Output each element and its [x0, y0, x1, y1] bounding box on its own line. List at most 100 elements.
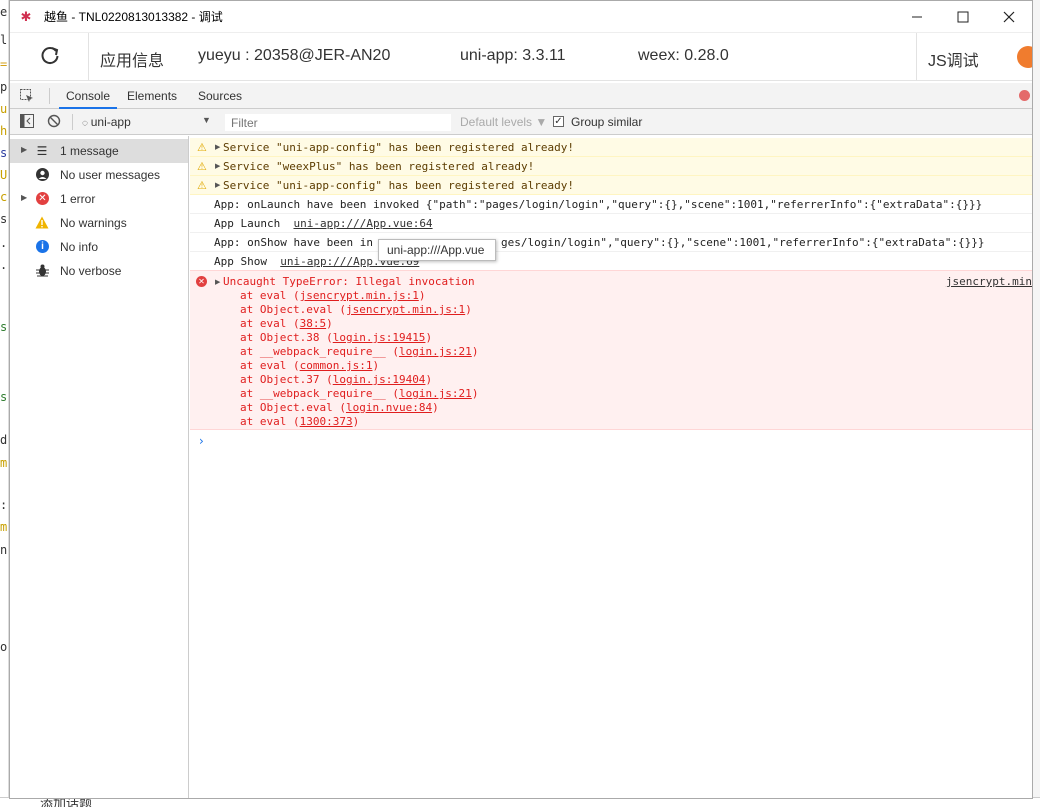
background-code-char: :: [0, 498, 8, 512]
tab-console[interactable]: Console: [59, 83, 117, 109]
sidebar-item-label: No warnings: [60, 216, 127, 230]
stack-frame-function: at eval (: [240, 317, 300, 330]
stack-frame-function: at __webpack_require__ (: [240, 345, 399, 358]
sidebar-toggle-icon: [20, 114, 34, 128]
stack-frame-link[interactable]: jsencrypt.min.js:1: [346, 303, 465, 316]
stack-frame: at eval (jsencrypt.min.js:1): [240, 289, 425, 303]
stack-frame: at eval (1300:373): [240, 415, 359, 429]
inspect-element-icon[interactable]: [19, 88, 35, 104]
console-prompt-icon[interactable]: ›: [199, 434, 204, 448]
levels-dropdown[interactable]: Default levels ▼: [460, 115, 547, 129]
toolbar-separator: [72, 114, 73, 130]
context-icon: ◌: [82, 118, 91, 129]
sidebar-item-info[interactable]: i No info: [10, 235, 188, 259]
stack-frame: at Object.eval (login.nvue:84): [240, 401, 439, 415]
info-separator: [916, 33, 917, 81]
stack-frame-end: ): [326, 317, 333, 330]
log-text-continued: ges/login/login","query":{},"scene":1001…: [501, 236, 985, 249]
stack-frame-link[interactable]: 38:5: [300, 317, 327, 330]
sidebar-item-errors[interactable]: ▶ ✕ 1 error: [10, 187, 188, 211]
sidebar-item-label: 1 error: [60, 192, 96, 206]
background-code-char: u: [0, 102, 8, 116]
bug-icon: [34, 264, 50, 278]
console-error-block[interactable]: ✕ ▶ Uncaught TypeError: Illegal invocati…: [190, 270, 1032, 430]
stack-frame-link[interactable]: login.nvue:84: [346, 401, 432, 414]
stack-frame-link[interactable]: login.js:19415: [333, 331, 426, 344]
warning-text: Service "uni-app-config" has been regist…: [223, 141, 574, 154]
expand-caret-icon: ▶: [21, 145, 28, 154]
close-button[interactable]: [986, 1, 1032, 32]
stack-frame-function: at Object.38 (: [240, 331, 333, 344]
background-code-char: d: [0, 433, 8, 447]
background-code-char: =: [0, 57, 8, 71]
sidebar-item-label: No user messages: [60, 168, 161, 182]
tab-sources[interactable]: Sources: [198, 83, 242, 109]
console-log-row: App Launch uni-app:///App.vue:64: [190, 214, 1032, 233]
app-info-label[interactable]: 应用信息: [100, 47, 164, 71]
user-icon: [34, 168, 50, 182]
stack-frame: at Object.eval (jsencrypt.min.js:1): [240, 303, 472, 317]
stack-frame: at Object.38 (login.js:19415): [240, 331, 432, 345]
console-warning-row[interactable]: ⚠ ▶ Service "uni-app-config" has been re…: [190, 176, 1032, 195]
stack-frame: at Object.37 (login.js:19404): [240, 373, 432, 387]
stack-frame-link[interactable]: login.js:21: [399, 345, 472, 358]
minimize-button[interactable]: [894, 1, 940, 32]
refresh-button[interactable]: [38, 45, 62, 69]
stack-frame: at __webpack_require__ (login.js:21): [240, 345, 478, 359]
background-code-char: s: [0, 146, 8, 160]
screen: e l = p u h s Uc s.. s s d m: m n o 添加话题 ✱ 越鱼 - TNL0220…: [0, 0, 1040, 807]
warning-icon: ⚠: [197, 141, 207, 154]
filter-input[interactable]: [224, 113, 452, 132]
console-warning-row[interactable]: ⚠ ▶ Service "weexPlus" has been register…: [190, 157, 1032, 176]
sidebar-item-verbose[interactable]: No verbose: [10, 259, 188, 283]
background-code-char: l: [0, 33, 8, 47]
stack-frame-link[interactable]: common.js:1: [300, 359, 373, 372]
error-count-badge[interactable]: [1019, 90, 1030, 101]
console-log-row: App Show uni-app:///App.vue:69: [190, 252, 1032, 271]
inspect-cursor-icon: [20, 89, 33, 102]
console-sidebar: ▶ ☰ 1 message No user messages ▶ ✕ 1 err…: [10, 136, 189, 798]
background-editor-strip: e l = p u h s Uc s.. s s d m: m n o: [0, 0, 9, 807]
stack-frame-function: at eval (: [240, 415, 300, 428]
background-code-char: m: [0, 456, 8, 470]
sidebar-item-user-messages[interactable]: No user messages: [10, 163, 188, 187]
warning-text: Service "weexPlus" has been registered a…: [223, 160, 535, 173]
expand-caret-icon[interactable]: ▶: [215, 278, 220, 286]
orange-action-icon[interactable]: [1017, 46, 1032, 68]
stack-frame-link[interactable]: login.js:19404: [333, 373, 426, 386]
clear-console-button[interactable]: [46, 114, 62, 130]
warning-icon: ⚠: [197, 160, 207, 173]
log-line: App Launch uni-app:///App.vue:64: [214, 217, 433, 230]
group-similar-checkbox[interactable]: ✓: [553, 116, 564, 127]
warning-icon: [34, 216, 50, 230]
device-info: yueyu : 20358@JER-AN20: [198, 47, 391, 64]
clear-console-icon: [47, 114, 61, 128]
sidebar-item-label: 1 message: [60, 144, 119, 158]
debug-window: ✱ 越鱼 - TNL0220813013382 - 调试 应用信息 yueyu …: [9, 0, 1033, 799]
stack-frame-link[interactable]: login.js:21: [399, 387, 472, 400]
maximize-button[interactable]: [940, 1, 986, 32]
stack-frame-function: at Object.eval (: [240, 401, 346, 414]
uniapp-version: uni-app: 3.3.11: [460, 47, 566, 64]
tab-separator: [49, 88, 50, 104]
js-debug-button[interactable]: JS调试: [928, 47, 979, 71]
error-source-link[interactable]: jsencrypt.min: [946, 275, 1032, 288]
console-warning-row[interactable]: ⚠ ▶ Service "uni-app-config" has been re…: [190, 138, 1032, 157]
error-icon: ✕: [196, 276, 207, 287]
stack-frame-function: at __webpack_require__ (: [240, 387, 399, 400]
window-title: 越鱼 - TNL0220813013382 - 调试: [44, 10, 223, 24]
stack-frame-link[interactable]: 1300:373: [300, 415, 353, 428]
sidebar-toggle-button[interactable]: [19, 114, 35, 130]
context-dropdown-icon[interactable]: ▼: [202, 115, 211, 125]
background-code-char: U: [0, 168, 8, 182]
source-link[interactable]: uni-app:///App.vue:64: [293, 217, 432, 230]
sidebar-item-warnings[interactable]: No warnings: [10, 211, 188, 235]
context-selector[interactable]: ◌ uni-app: [82, 115, 131, 129]
console-log-row: App: onShow have been in ges/login/login…: [190, 233, 1032, 252]
background-code-char: m: [0, 520, 8, 534]
devtools-tab-bar: Console Elements Sources: [10, 83, 1032, 109]
sidebar-item-label: No verbose: [60, 264, 122, 278]
tab-elements[interactable]: Elements: [127, 83, 177, 109]
sidebar-item-messages[interactable]: ▶ ☰ 1 message: [10, 139, 188, 163]
stack-frame-link[interactable]: jsencrypt.min.js:1: [300, 289, 419, 302]
